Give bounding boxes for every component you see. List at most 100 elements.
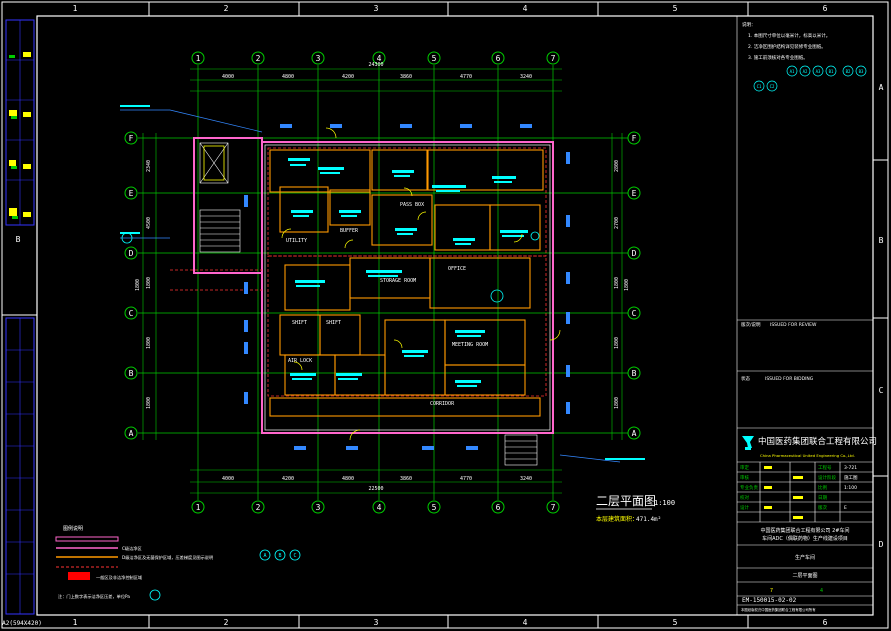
- plan-area-value: 471.4m²: [636, 516, 661, 523]
- svg-text:C: C: [129, 309, 134, 318]
- col-label-top: 5: [673, 4, 678, 13]
- col-label-bottom: 1: [73, 618, 78, 627]
- svg-text:6: 6: [496, 54, 501, 63]
- svg-text:审定: 审定: [740, 464, 749, 471]
- svg-text:3240: 3240: [520, 74, 532, 80]
- status-label: 状态: [741, 375, 750, 382]
- svg-text:PASS BOX: PASS BOX: [400, 202, 424, 208]
- svg-text:生产车间: 生产车间: [795, 554, 815, 561]
- legend-item: D级洁净区及无菌保护区域，压差梯度见图示说明: [122, 554, 213, 561]
- svg-text:1800: 1800: [146, 337, 152, 349]
- svg-text:校对: 校对: [740, 494, 749, 501]
- svg-text:1:100: 1:100: [844, 485, 857, 491]
- svg-text:B: B: [632, 369, 637, 378]
- svg-text:4200: 4200: [282, 476, 294, 482]
- svg-text:1800: 1800: [614, 397, 620, 409]
- svg-text:1800: 1800: [624, 279, 630, 291]
- row-label-right: A: [879, 83, 884, 92]
- status-value: ISSUED FOR BIDDING: [765, 376, 814, 382]
- svg-text:C: C: [632, 309, 637, 318]
- svg-text:4770: 4770: [460, 476, 472, 482]
- company-name: 中国医药集团联合工程有限公司: [758, 436, 877, 447]
- svg-text:A: A: [632, 429, 637, 438]
- svg-text:B: B: [278, 553, 281, 559]
- svg-text:1800: 1800: [614, 277, 620, 289]
- svg-text:版次: 版次: [818, 504, 827, 511]
- svg-text:2800: 2800: [614, 160, 620, 172]
- svg-text:2340: 2340: [146, 160, 152, 172]
- svg-text:设计: 设计: [740, 504, 749, 511]
- svg-text:B2: B2: [846, 69, 851, 74]
- svg-text:4: 4: [377, 503, 382, 512]
- col-label-bottom: 5: [673, 618, 678, 627]
- col-label-bottom: 3: [374, 618, 379, 627]
- col-label-top: 6: [823, 4, 828, 13]
- svg-text:4800: 4800: [342, 476, 354, 482]
- svg-text:1800: 1800: [146, 397, 152, 409]
- footer-left: 7: [770, 588, 773, 594]
- row-label-right: B: [879, 236, 884, 245]
- col-label-bottom: 6: [823, 618, 828, 627]
- svg-text:4500: 4500: [146, 217, 152, 229]
- svg-text:比例: 比例: [818, 484, 827, 491]
- plan-scale: 1:100: [654, 499, 675, 507]
- svg-text:A3: A3: [816, 69, 821, 74]
- footer-note: 本图纸版权归中国医药集团联合工程有限公司所有: [741, 607, 816, 612]
- svg-text:3. 施工前须核对各专业图纸。: 3. 施工前须核对各专业图纸。: [748, 54, 808, 61]
- issue-value: ISSUED FOR REVIEW: [770, 322, 817, 328]
- svg-text:专业负责: 专业负责: [740, 484, 758, 491]
- svg-text:B: B: [129, 369, 134, 378]
- svg-text:3860: 3860: [400, 74, 412, 80]
- svg-text:5: 5: [432, 54, 437, 63]
- svg-text:4770: 4770: [460, 74, 472, 80]
- svg-text:D: D: [632, 249, 637, 258]
- svg-text:车间ADC（偶联药物）生产线建设项目: 车间ADC（偶联药物）生产线建设项目: [762, 535, 848, 542]
- issue-label: 版次/说明: [741, 321, 761, 328]
- col-label-bottom: 2: [224, 618, 229, 627]
- svg-text:2: 2: [256, 54, 261, 63]
- svg-text:F: F: [632, 134, 637, 143]
- plan-title: 二层平面图: [596, 494, 656, 508]
- svg-text:24300: 24300: [368, 62, 383, 68]
- svg-text:二层平面图: 二层平面图: [792, 573, 817, 579]
- svg-text:3: 3: [316, 503, 321, 512]
- svg-text:UTILITY: UTILITY: [286, 238, 307, 244]
- svg-text:日期: 日期: [818, 495, 827, 501]
- svg-text:5: 5: [432, 503, 437, 512]
- svg-text:中国医药集团联合工程有限公司 2#车间: 中国医药集团联合工程有限公司 2#车间: [761, 527, 850, 534]
- col-label-top: 2: [224, 4, 229, 13]
- svg-text:工程号: 工程号: [818, 464, 832, 471]
- sheet-size: A2(594X420): [2, 620, 42, 627]
- col-label-top: 1: [73, 4, 78, 13]
- row-label-right: D: [879, 540, 884, 549]
- svg-text:E: E: [844, 505, 847, 511]
- svg-text:7: 7: [551, 503, 556, 512]
- col-label-top: 3: [374, 4, 379, 13]
- svg-text:6: 6: [496, 503, 501, 512]
- drawing-number: EM-150015-02-02: [742, 597, 797, 604]
- plan-area-label: 本层建筑面积：: [596, 515, 638, 523]
- svg-text:E: E: [632, 189, 637, 198]
- svg-text:1800: 1800: [146, 277, 152, 289]
- svg-text:AIR LOCK: AIR LOCK: [288, 358, 312, 364]
- svg-text:C2: C2: [770, 84, 775, 89]
- svg-text:1800: 1800: [135, 279, 141, 291]
- svg-text:D: D: [129, 249, 134, 258]
- legend-note: 注：门上数字表示洁净区压差，单位Pa: [58, 593, 130, 600]
- svg-text:3: 3: [316, 54, 321, 63]
- svg-text:说明：: 说明：: [742, 21, 756, 28]
- svg-text:4000: 4000: [222, 74, 234, 80]
- svg-text:审核: 审核: [740, 474, 749, 481]
- legend-item: C级洁净区: [122, 545, 142, 552]
- svg-text:设计阶段: 设计阶段: [818, 474, 836, 481]
- svg-text:3-721: 3-721: [844, 465, 857, 471]
- svg-text:SHIFT: SHIFT: [292, 320, 307, 326]
- svg-text:1: 1: [196, 54, 201, 63]
- legend-item: 一般区及非洁净控制区域: [96, 574, 143, 581]
- svg-text:4000: 4000: [222, 476, 234, 482]
- svg-text:OFFICE: OFFICE: [448, 266, 466, 272]
- svg-text:1. 本图尺寸单位以毫米计，标高以米计。: 1. 本图尺寸单位以毫米计，标高以米计。: [748, 32, 830, 39]
- svg-text:SHIFT: SHIFT: [326, 320, 341, 326]
- svg-text:A: A: [129, 429, 134, 438]
- col-label-top: 4: [523, 4, 528, 13]
